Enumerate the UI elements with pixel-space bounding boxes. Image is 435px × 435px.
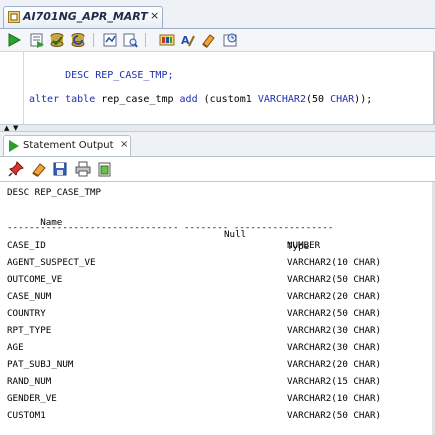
- toolbar-separator: [93, 33, 94, 47]
- column-name: CASE_ID: [7, 240, 46, 251]
- table-row: COUNTRY VARCHAR2(50 CHAR): [7, 308, 427, 320]
- code-text: ));: [354, 94, 373, 105]
- sql-tuning-icon[interactable]: [159, 32, 175, 48]
- code-keyword: alter table: [29, 94, 96, 105]
- column-type: VARCHAR2(50 CHAR): [287, 410, 382, 421]
- table-row: RPT_TYPE VARCHAR2(30 CHAR): [7, 325, 427, 337]
- statement-output-label: Statement Output: [23, 140, 114, 151]
- commit-icon[interactable]: [49, 32, 65, 48]
- column-name: CUSTOM1: [7, 410, 46, 421]
- format-icon[interactable]: A: [180, 32, 196, 48]
- column-type: VARCHAR2(15 CHAR): [287, 376, 382, 387]
- worksheet-tab[interactable]: AI701NG_APR_MART ×: [3, 6, 163, 28]
- column-type: VARCHAR2(20 CHAR): [287, 359, 382, 370]
- column-type: NUMBER: [287, 240, 321, 251]
- rollback-icon[interactable]: [70, 32, 86, 48]
- code-keyword: VARCHAR2: [257, 94, 306, 105]
- column-name: OUTCOME_VE: [7, 274, 63, 285]
- save-icon[interactable]: [52, 161, 68, 177]
- run-script-icon[interactable]: [29, 32, 45, 48]
- column-type: VARCHAR2(50 CHAR): [287, 274, 382, 285]
- eraser-icon[interactable]: [31, 161, 47, 177]
- toolbar-separator: [145, 33, 146, 47]
- code-text: rep_case_tmp: [95, 94, 180, 105]
- column-type: VARCHAR2(10 CHAR): [287, 393, 382, 404]
- column-name: RPT_TYPE: [7, 325, 52, 336]
- table-row: AGENT_SUSPECT_VE VARCHAR2(10 CHAR): [7, 257, 427, 269]
- column-name: RAND_NUM: [7, 376, 52, 387]
- column-name: COUNTRY: [7, 308, 46, 319]
- column-type: VARCHAR2(10 CHAR): [287, 257, 382, 268]
- print-icon[interactable]: [75, 161, 91, 177]
- table-row: CUSTOM1 VARCHAR2(50 CHAR): [7, 410, 427, 422]
- table-row: CASE_ID NUMBER: [7, 240, 427, 252]
- table-row: PAT_SUBJ_NUM VARCHAR2(20 CHAR): [7, 359, 427, 371]
- table-row: CASE_NUM VARCHAR2(20 CHAR): [7, 291, 427, 303]
- output-toolbar: [0, 157, 435, 182]
- run-output-icon: [9, 140, 19, 152]
- column-type: VARCHAR2(30 CHAR): [287, 325, 382, 336]
- code-keyword: add: [179, 94, 198, 105]
- close-icon[interactable]: ×: [150, 10, 159, 22]
- editor-gutter: [0, 52, 24, 124]
- column-name: AGENT_SUSPECT_VE: [7, 257, 96, 268]
- clear-icon[interactable]: [200, 32, 216, 48]
- column-type: VARCHAR2(30 CHAR): [287, 342, 382, 353]
- column-name: AGE: [7, 342, 24, 353]
- sql-worksheet-window: AI701NG_APR_MART × A DESC REP_CASE_TMP; …: [0, 0, 435, 435]
- sql-editor[interactable]: DESC REP_CASE_TMP; alter table rep_case_…: [0, 52, 435, 124]
- code-line-1[interactable]: DESC REP_CASE_TMP;: [29, 59, 174, 92]
- column-name: GENDER_VE: [7, 393, 57, 404]
- output-command: DESC REP_CASE_TMP: [7, 187, 102, 198]
- history-icon[interactable]: [222, 32, 238, 48]
- code-text: (50: [305, 94, 331, 105]
- close-icon[interactable]: ×: [120, 139, 128, 150]
- table-row: OUTCOME_VE VARCHAR2(50 CHAR): [7, 274, 427, 286]
- output-separator: ------------------------------- --------…: [7, 222, 334, 233]
- statement-output-area[interactable]: DESC REP_CASE_TMP Name Null Type -------…: [0, 182, 435, 435]
- code-desc-statement: DESC REP_CASE_TMP;: [65, 70, 174, 81]
- open-file-icon[interactable]: [97, 161, 113, 177]
- output-tab-strip: Statement Output ×: [0, 132, 435, 157]
- column-name: CASE_NUM: [7, 291, 52, 302]
- code-line-2[interactable]: alter table rep_case_tmp add (custom1 VA…: [29, 94, 372, 105]
- database-connection-icon: [8, 11, 20, 23]
- output-header-row: Name Null Type: [7, 205, 427, 265]
- code-keyword: CHAR: [330, 94, 355, 105]
- pin-icon[interactable]: [8, 161, 24, 177]
- column-name: PAT_SUBJ_NUM: [7, 359, 74, 370]
- collapse-up-icon[interactable]: ▲: [4, 125, 9, 132]
- table-row: AGE VARCHAR2(30 CHAR): [7, 342, 427, 354]
- column-type: VARCHAR2(20 CHAR): [287, 291, 382, 302]
- document-tab-strip: AI701NG_APR_MART ×: [0, 0, 435, 29]
- collapse-down-icon[interactable]: ▼: [13, 125, 18, 132]
- tab-statement-output[interactable]: Statement Output ×: [3, 135, 131, 156]
- table-row: RAND_NUM VARCHAR2(15 CHAR): [7, 376, 427, 388]
- code-text: (custom1: [197, 94, 258, 105]
- run-statement-icon[interactable]: [6, 32, 22, 48]
- explain-plan-icon[interactable]: [122, 32, 138, 48]
- worksheet-tab-label: AI701NG_APR_MART: [23, 10, 148, 23]
- table-row: GENDER_VE VARCHAR2(10 CHAR): [7, 393, 427, 405]
- panel-splitter[interactable]: ▲ ▼: [0, 124, 435, 132]
- worksheet-toolbar: A: [0, 29, 435, 52]
- autotrace-icon[interactable]: [102, 32, 118, 48]
- column-type: VARCHAR2(50 CHAR): [287, 308, 382, 319]
